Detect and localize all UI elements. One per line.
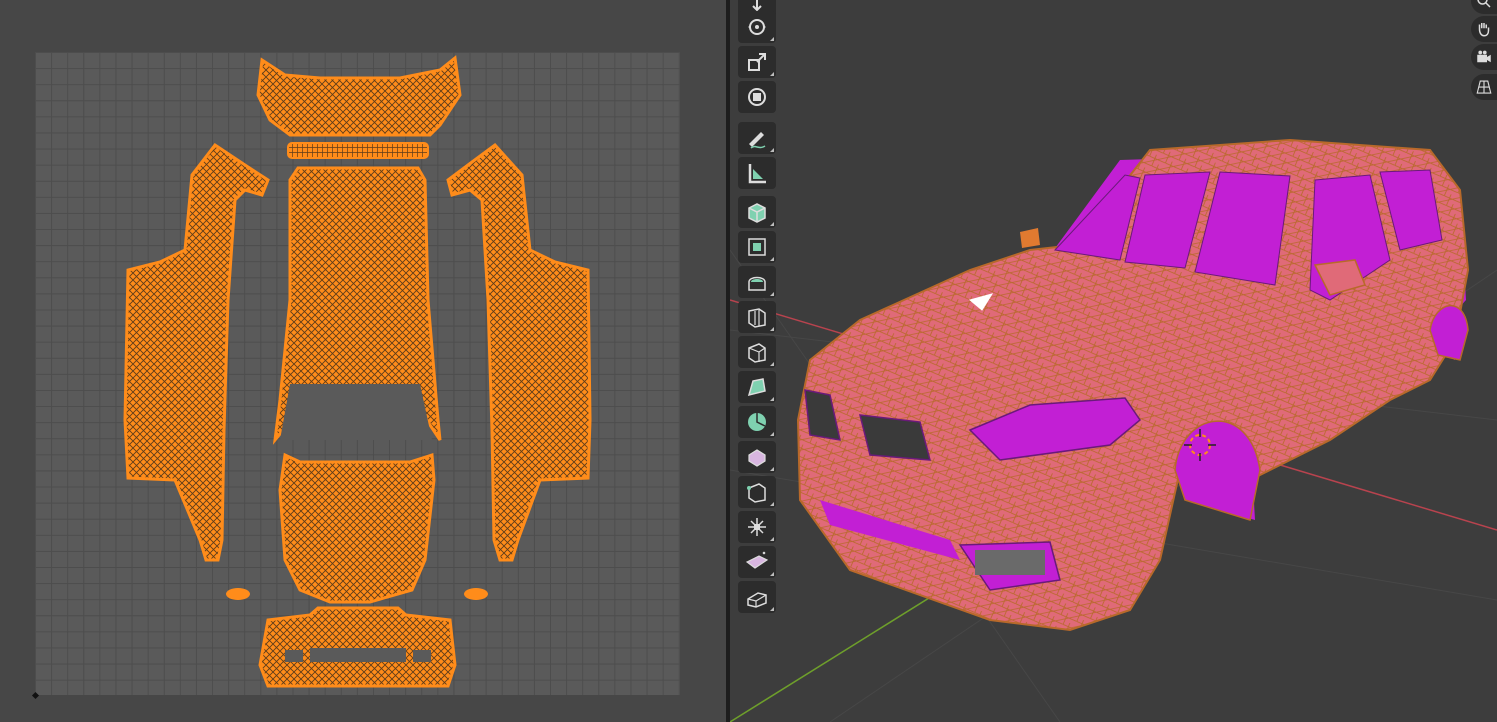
extrude-icon (748, 238, 766, 256)
pan-hand-icon (1478, 23, 1490, 37)
uv-island-hood[interactable] (278, 452, 436, 604)
uv-island-left-side[interactable] (123, 142, 270, 562)
viewport-scene[interactable] (730, 0, 1497, 722)
transform-icon (748, 88, 766, 106)
zoom-icon (1477, 0, 1491, 8)
shrink-fatten-tool[interactable] (738, 546, 776, 578)
uv-island-front-bumper[interactable] (258, 606, 457, 688)
measure-tool[interactable] (738, 157, 776, 189)
3d-viewport[interactable] (730, 0, 1497, 722)
spin-icon (748, 449, 766, 467)
uv-editor[interactable] (0, 0, 726, 722)
uv-island-rear-bumper[interactable] (256, 55, 462, 137)
shear-tool[interactable] (738, 581, 776, 613)
shrink-fatten-icon (745, 551, 769, 569)
knife-tool[interactable] (738, 371, 776, 403)
uv-island-right-side[interactable] (446, 142, 592, 562)
edge-slide-tool[interactable] (738, 511, 776, 543)
poly-build-icon (748, 413, 766, 431)
cube-add-icon (748, 203, 766, 223)
bevel-tool[interactable] (738, 301, 776, 333)
spin-tool[interactable] (738, 441, 776, 473)
rotate-icon (748, 19, 766, 35)
transform-tool[interactable] (738, 81, 776, 113)
add-cube-tool[interactable] (738, 196, 776, 228)
pencil-icon (749, 132, 766, 149)
bevel-icon (748, 308, 766, 328)
scale-icon (748, 53, 766, 71)
car-mesh[interactable] (796, 138, 1470, 632)
loop-cut-tool[interactable] (738, 336, 776, 368)
extrude-tool[interactable] (738, 231, 776, 263)
pan-button[interactable] (1471, 16, 1497, 42)
uv-island-mirror-right[interactable] (464, 588, 488, 600)
inset-tool[interactable] (738, 266, 776, 298)
poly-build-tool[interactable] (738, 406, 776, 438)
camera-button[interactable] (1471, 44, 1497, 70)
scale-tool[interactable] (738, 46, 776, 78)
uv-island-mirror-left[interactable] (226, 588, 250, 600)
annotate-tool[interactable] (738, 122, 776, 154)
smooth-tool[interactable] (738, 476, 776, 508)
edge-slide-icon (748, 518, 766, 536)
camera-icon (1477, 50, 1491, 63)
perspective-toggle-button[interactable] (1471, 74, 1497, 100)
smooth-icon (747, 483, 766, 503)
ruler-icon (748, 164, 766, 184)
inset-icon (748, 276, 766, 291)
uv-island-strip[interactable] (287, 142, 429, 159)
knife-icon (747, 378, 766, 397)
loop-cut-icon (748, 343, 766, 363)
uv-islands[interactable] (0, 0, 726, 722)
rotate-tool[interactable] (738, 11, 776, 43)
shear-icon (747, 592, 767, 608)
perspective-grid-icon (1476, 80, 1492, 94)
